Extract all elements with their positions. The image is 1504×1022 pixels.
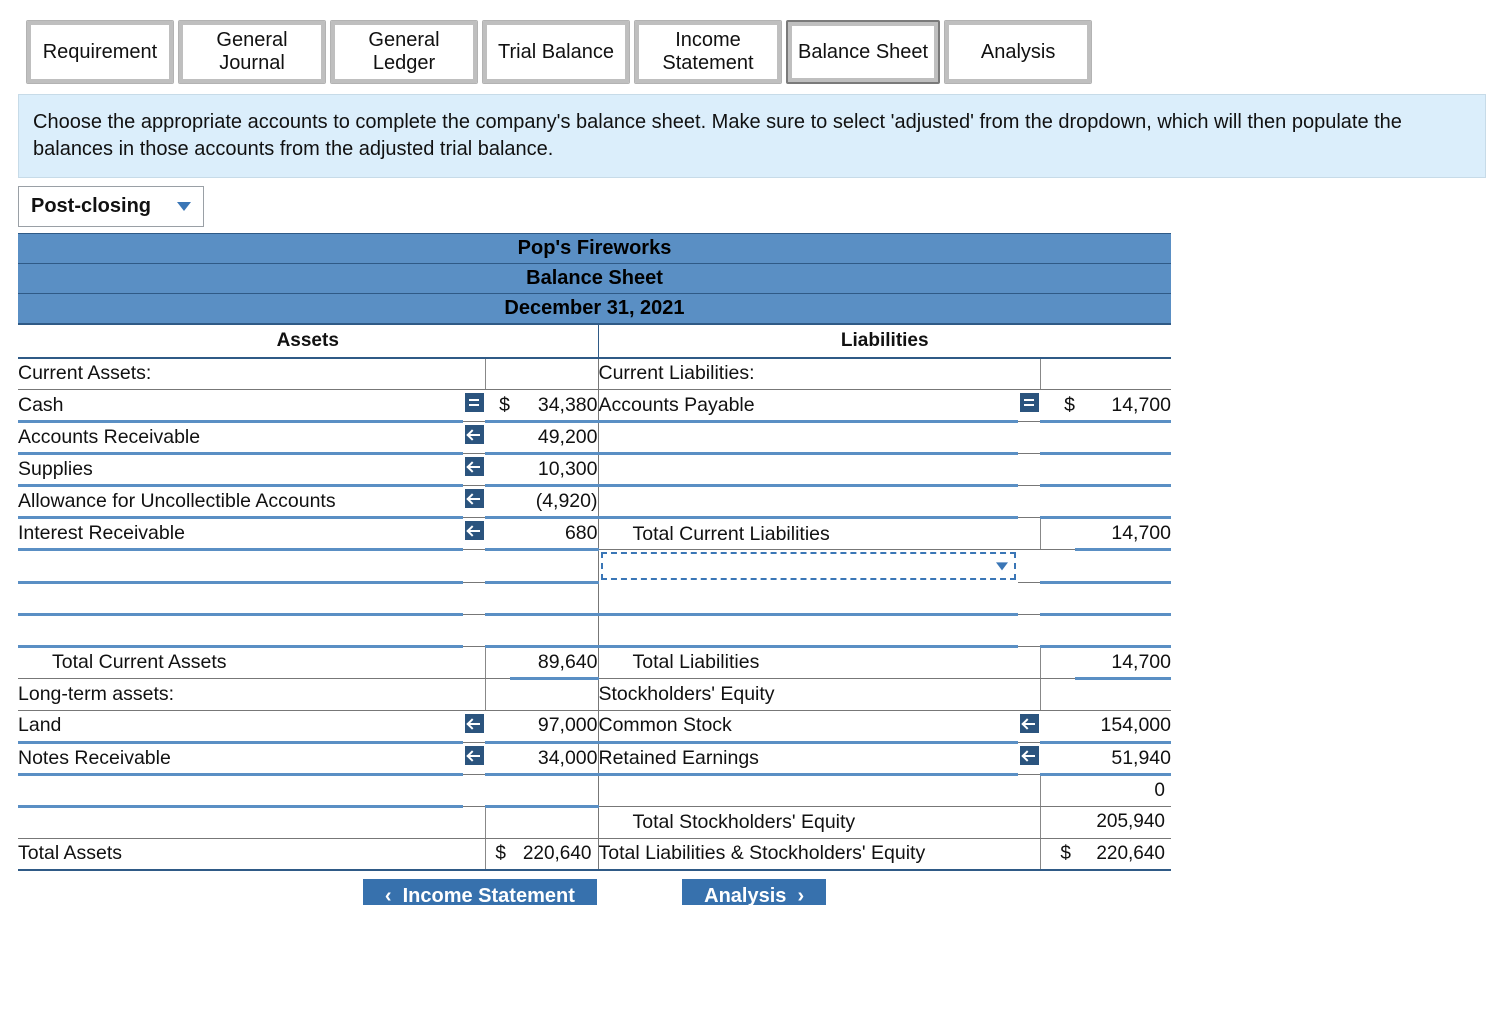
account-slot[interactable]: [598, 454, 1018, 486]
total-current-liabilities-label: Total Current Liabilities: [598, 518, 1018, 550]
reset-icon[interactable]: [463, 742, 485, 774]
account-interest-rec[interactable]: Interest Receivable: [18, 518, 463, 550]
tab-requirement[interactable]: Requirement: [26, 20, 174, 84]
balance-type-dropdown[interactable]: Post-closing: [18, 186, 204, 227]
balance-sheet-table: Pop's Fireworks Balance Sheet December 3…: [18, 233, 1171, 871]
long-term-assets-label: Long-term assets:: [18, 678, 463, 710]
reset-icon[interactable]: [463, 518, 485, 550]
account-slot[interactable]: [18, 774, 463, 806]
dollar-sign: $: [1040, 838, 1075, 870]
value-slot[interactable]: [510, 582, 598, 614]
total-assets-label: Total Assets: [18, 838, 463, 870]
tab-balance-sheet[interactable]: Balance Sheet: [786, 20, 940, 84]
account-slot[interactable]: [18, 582, 463, 614]
account-land[interactable]: Land: [18, 710, 463, 742]
stockholders-equity-label: Stockholders' Equity: [598, 678, 1018, 710]
value-ta: 220,640: [510, 838, 598, 870]
tab-analysis[interactable]: Analysis: [944, 20, 1092, 84]
company-name: Pop's Fireworks: [18, 234, 1171, 264]
liabilities-header: Liabilities: [598, 324, 1171, 358]
account-slot[interactable]: [598, 422, 1018, 454]
value-slot[interactable]: [1075, 550, 1171, 583]
account-slot[interactable]: [598, 582, 1018, 614]
value-tse: 205,940: [1075, 806, 1171, 838]
dollar-sign: $: [485, 390, 510, 422]
value-tl: 14,700: [1075, 646, 1171, 678]
account-slot[interactable]: [18, 614, 463, 646]
reset-icon[interactable]: [463, 486, 485, 518]
account-ap[interactable]: Accounts Payable: [598, 390, 1018, 422]
account-ar[interactable]: Accounts Receivable: [18, 422, 463, 454]
value-allowance[interactable]: (4,920): [510, 486, 598, 518]
value-slot[interactable]: [1075, 486, 1171, 518]
account-badge-icon[interactable]: [1018, 390, 1040, 422]
value-slot[interactable]: [1075, 422, 1171, 454]
account-slot[interactable]: [18, 550, 463, 583]
current-assets-label: Current Assets:: [18, 358, 463, 390]
value-slot[interactable]: [1075, 454, 1171, 486]
value-slot[interactable]: [510, 774, 598, 806]
dollar-sign: $: [1040, 390, 1075, 422]
account-slot[interactable]: [598, 614, 1018, 646]
reset-icon[interactable]: [1018, 710, 1040, 742]
reset-icon[interactable]: [463, 710, 485, 742]
value-notes[interactable]: 34,000: [510, 742, 598, 774]
reset-icon[interactable]: [463, 454, 485, 486]
value-tcl: 14,700: [1075, 518, 1171, 550]
value-ap[interactable]: 14,700: [1075, 390, 1171, 422]
chevron-down-icon: [177, 202, 191, 211]
tab-income-statement[interactable]: IncomeStatement: [634, 20, 782, 84]
value-zero: 0: [1075, 774, 1171, 806]
dollar-sign: $: [485, 838, 510, 870]
value-slot[interactable]: [510, 550, 598, 583]
account-allowance[interactable]: Allowance for Uncollectible Accounts: [18, 486, 463, 518]
account-supplies[interactable]: Supplies: [18, 454, 463, 486]
value-tca: 89,640: [510, 646, 598, 678]
value-land[interactable]: 97,000: [510, 710, 598, 742]
total-se-label: Total Stockholders' Equity: [598, 806, 1018, 838]
statement-title: Balance Sheet: [18, 264, 1171, 294]
value-re[interactable]: 51,940: [1075, 742, 1171, 774]
tab-bar: Requirement GeneralJournal GeneralLedger…: [18, 20, 1486, 84]
value-cs[interactable]: 154,000: [1075, 710, 1171, 742]
tab-general-journal[interactable]: GeneralJournal: [178, 20, 326, 84]
total-liabilities-label: Total Liabilities: [598, 646, 1018, 678]
value-cash[interactable]: 34,380: [510, 390, 598, 422]
account-badge-icon[interactable]: [463, 390, 485, 422]
total-lse-label: Total Liabilities & Stockholders' Equity: [598, 838, 1018, 870]
current-liabilities-label: Current Liabilities:: [598, 358, 1018, 390]
total-current-assets-label: Total Current Assets: [18, 646, 463, 678]
account-dropdown-active[interactable]: [601, 552, 1017, 580]
account-slot[interactable]: [598, 486, 1018, 518]
value-supplies[interactable]: 10,300: [510, 454, 598, 486]
account-notes-rec[interactable]: Notes Receivable: [18, 742, 463, 774]
next-button[interactable]: Analysis ›: [682, 879, 826, 905]
account-retained-earnings[interactable]: Retained Earnings: [598, 742, 1018, 774]
reset-icon[interactable]: [463, 422, 485, 454]
account-common-stock[interactable]: Common Stock: [598, 710, 1018, 742]
value-interest[interactable]: 680: [510, 518, 598, 550]
value-tlse: 220,640: [1075, 838, 1171, 870]
assets-header: Assets: [18, 324, 598, 358]
tab-trial-balance[interactable]: Trial Balance: [482, 20, 630, 84]
reset-icon[interactable]: [1018, 742, 1040, 774]
value-slot[interactable]: [1075, 582, 1171, 614]
prev-button[interactable]: ‹ Income Statement: [363, 879, 597, 905]
statement-date: December 31, 2021: [18, 294, 1171, 324]
account-cash[interactable]: Cash: [18, 390, 463, 422]
value-slot[interactable]: [1075, 614, 1171, 646]
value-ar[interactable]: 49,200: [510, 422, 598, 454]
value-slot[interactable]: [510, 614, 598, 646]
tab-general-ledger[interactable]: GeneralLedger: [330, 20, 478, 84]
instruction-text: Choose the appropriate accounts to compl…: [18, 94, 1486, 178]
